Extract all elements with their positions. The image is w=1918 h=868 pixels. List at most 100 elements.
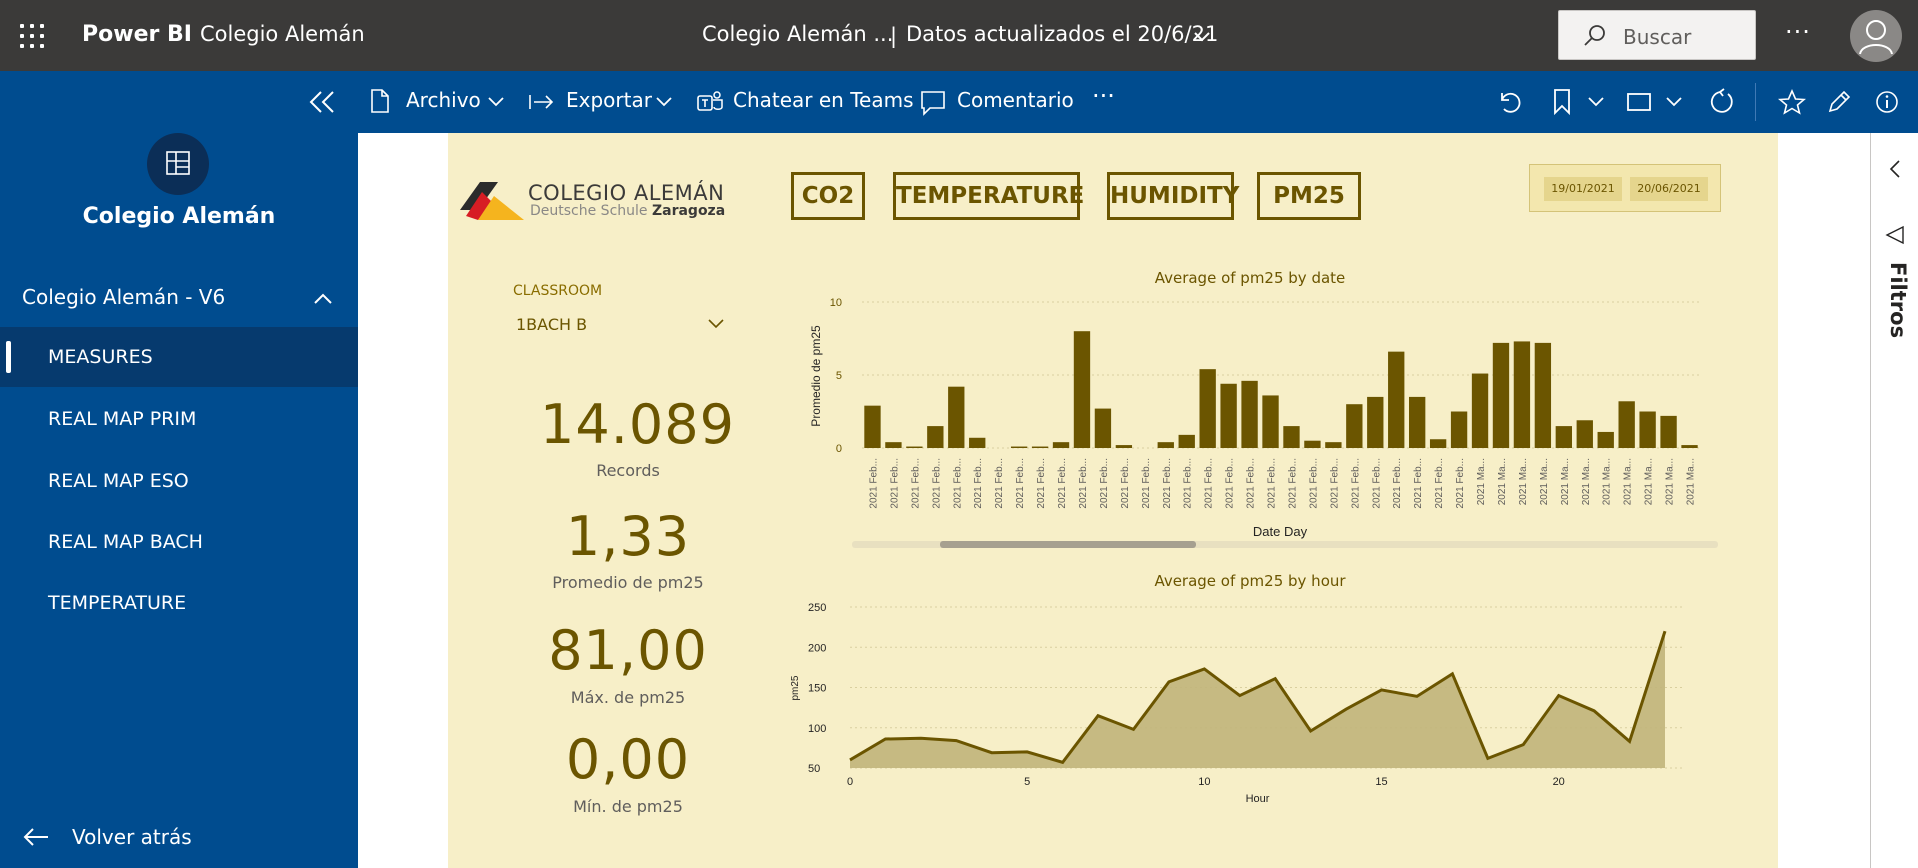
bar [1073, 331, 1091, 448]
undo-icon[interactable] [1496, 89, 1522, 115]
x-tick-label: 2021 Ma... [1644, 458, 1655, 505]
top-bar: Power BI Colegio Alemán Colegio Alemán .… [0, 0, 1918, 71]
x-tick-label: 2021 Ma... [1518, 458, 1529, 505]
tab-temperature[interactable]: TEMPERATURE [893, 172, 1084, 220]
bar [1681, 445, 1698, 448]
chevron-left-icon[interactable] [1887, 159, 1903, 179]
kpi-max-value: 81,00 [548, 619, 708, 682]
filters-label[interactable]: Filtros [1876, 262, 1910, 338]
chevron-up-icon[interactable] [312, 288, 334, 310]
tab-pm25[interactable]: PM25 [1257, 172, 1361, 220]
refresh-icon[interactable] [1706, 88, 1734, 116]
x-tick-label: 2021 Feb... [1350, 458, 1361, 509]
collapse-nav-icon[interactable] [308, 89, 336, 115]
x-tick-label: 2021 Feb... [1204, 458, 1215, 509]
bar [1471, 373, 1489, 448]
x-tick-label: 2021 Feb... [1183, 458, 1194, 509]
sidebar-report-name[interactable]: Colegio Alemán - V6 [22, 285, 225, 309]
tab-humidity[interactable]: HUMIDITY [1107, 172, 1239, 220]
x-tick-label: 2021 Feb... [1078, 458, 1089, 509]
x-tick-label: 2021 Feb... [931, 458, 942, 509]
x-tick-label: 2021 Feb... [1057, 458, 1068, 509]
kpi-records-value: 14.089 [540, 393, 735, 456]
brand-name[interactable]: Power BI [82, 22, 192, 47]
x-tick-label: 2021 Feb... [889, 458, 900, 509]
bar [1388, 351, 1405, 448]
chevron-down-icon[interactable] [656, 96, 672, 108]
exportar-menu[interactable]: Exportar [566, 88, 652, 112]
filters-pane [1870, 133, 1918, 868]
chevron-down-icon[interactable] [1666, 96, 1682, 108]
filter-icon[interactable] [1885, 225, 1905, 245]
y-axis-label: Promedio de pm25 [809, 325, 823, 427]
bar [1010, 446, 1028, 448]
data-updated-label[interactable]: Datos actualizados el 20/6/21 [906, 22, 1218, 46]
sidebar-item-temperature[interactable]: TEMPERATURE [0, 573, 358, 633]
x-tick-label: 2021 Feb... [1141, 458, 1152, 509]
bar [1367, 396, 1384, 448]
x-tick-label: 2021 Ma... [1623, 458, 1634, 505]
kpi-max-label: Máx. de pm25 [570, 688, 686, 707]
sidebar-item-measures[interactable]: MEASURES [0, 327, 358, 387]
tab-co2[interactable]: CO2 [791, 172, 865, 220]
x-tick-label: 20 [1553, 776, 1565, 788]
view-icon[interactable] [1626, 91, 1652, 113]
archivo-menu[interactable]: Archivo [406, 88, 481, 112]
x-tick-label: 2021 Ma... [1602, 458, 1613, 505]
classroom-label: CLASSROOM [513, 283, 603, 299]
x-tick-label: 2021 Feb... [1267, 458, 1278, 509]
y-tick-label: 150 [808, 683, 826, 695]
bar [1513, 341, 1531, 448]
y-tick-label: 10 [830, 297, 842, 309]
chevron-down-icon[interactable] [706, 314, 726, 334]
workspace-link[interactable]: Colegio Alemán [200, 22, 365, 46]
chevron-down-icon[interactable] [1192, 26, 1212, 46]
sidebar-item-real-map-prim[interactable]: REAL MAP PRIM [0, 389, 358, 449]
bar [1031, 446, 1049, 448]
kpi-min-value: 0,00 [565, 728, 691, 791]
teams-chat-button[interactable]: Chatear en Teams [733, 88, 914, 112]
kpi-avg-value: 1,33 [565, 505, 691, 568]
action-bar: Archivo Exportar Chatear en Teams Coment… [0, 71, 1918, 133]
chevron-down-icon[interactable] [1588, 96, 1604, 108]
star-icon[interactable] [1778, 89, 1806, 115]
x-tick-label: 2021 Feb... [868, 458, 879, 509]
more-options-icon[interactable]: ··· [1785, 18, 1811, 46]
comment-icon [921, 91, 945, 116]
more-actions-icon[interactable]: ··· [1092, 82, 1115, 110]
avatar[interactable] [1850, 10, 1902, 62]
x-tick-label: 2021 Feb... [952, 458, 963, 509]
edit-icon[interactable] [1826, 89, 1852, 115]
x-tick-label: 2021 Feb... [1371, 458, 1382, 509]
sidebar: Colegio Alemán Colegio Alemán - V6 MEASU… [0, 133, 358, 868]
x-tick-label: 2021 Feb... [1413, 458, 1424, 509]
arrow-left-icon [23, 828, 48, 846]
y-tick-label: 5 [836, 370, 842, 382]
date-to-input[interactable]: 20/06/2021 [1630, 177, 1708, 201]
sidebar-item-real-map-bach[interactable]: REAL MAP BACH [0, 512, 358, 572]
bookmark-icon[interactable] [1552, 88, 1572, 116]
bar [1409, 396, 1426, 448]
archivo-label: Archivo [406, 88, 481, 112]
bar [1450, 411, 1468, 448]
y-tick-label: 0 [836, 443, 842, 455]
x-tick-label: 2021 Feb... [1287, 458, 1298, 509]
title-separator: | [890, 24, 898, 48]
bar [1115, 445, 1133, 448]
classroom-dropdown[interactable]: 1BACH B [516, 315, 587, 334]
sidebar-item-real-map-eso[interactable]: REAL MAP ESO [0, 451, 358, 511]
comment-button[interactable]: Comentario [957, 88, 1074, 112]
info-icon[interactable] [1874, 89, 1900, 115]
app-launcher-icon[interactable] [20, 24, 44, 48]
x-tick-label: 2021 Feb... [1120, 458, 1131, 509]
bar [1094, 408, 1112, 448]
x-tick-label: 2021 Feb... [973, 458, 984, 509]
logo-subtitle-b: Zaragoza [651, 203, 726, 219]
toolbar-divider [1755, 83, 1756, 121]
report-title[interactable]: Colegio Alemán ... [702, 22, 893, 46]
chevron-down-icon[interactable] [488, 96, 504, 108]
date-from-input[interactable]: 19/01/2021 [1544, 177, 1622, 201]
search-box[interactable]: Buscar [1558, 10, 1756, 60]
x-tick-label: 5 [1024, 776, 1030, 788]
back-button[interactable]: Volver atrás [22, 825, 192, 849]
